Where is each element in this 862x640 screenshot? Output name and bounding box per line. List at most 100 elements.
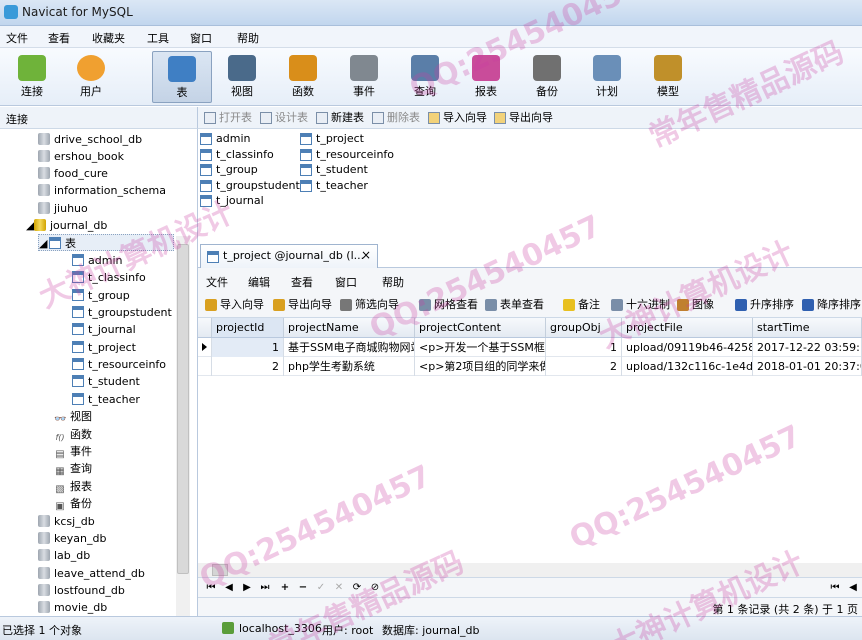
toolbar-connection-button[interactable]: 连接 xyxy=(2,51,62,103)
form-view-button[interactable]: 表单查看 xyxy=(484,297,544,313)
refresh-icon[interactable]: ⟳ xyxy=(350,581,364,595)
tree-db-item[interactable]: drive_school_db xyxy=(38,131,142,148)
menu-file[interactable]: 文件 xyxy=(6,30,28,46)
menu-window[interactable]: 窗口 xyxy=(190,30,212,46)
grid-cell[interactable]: upload/09119b46-4258-4 xyxy=(622,338,753,357)
grid-cell[interactable]: 2 xyxy=(546,357,622,376)
toolbar-function-button[interactable]: 函数 xyxy=(273,51,333,103)
sub-menu-window[interactable]: 窗口 xyxy=(335,274,357,290)
toolbar-query-button[interactable]: 查询 xyxy=(395,51,455,103)
column-header[interactable]: projectId xyxy=(212,318,284,337)
tree-db-item[interactable]: kcsj_db xyxy=(38,513,95,530)
menu-help[interactable]: 帮助 xyxy=(237,30,259,46)
discard-changes-icon[interactable]: ✕ xyxy=(332,581,346,595)
tree-reports-node[interactable]: ▧ 报表 xyxy=(54,478,92,495)
sidebar-scrollbar[interactable] xyxy=(176,236,190,616)
object-table-item[interactable]: t_student xyxy=(300,162,368,178)
tree-db-item[interactable]: ershou_book xyxy=(38,148,124,165)
toolbar-report-button[interactable]: 报表 xyxy=(456,51,516,103)
tree-table-item[interactable]: t_classinfo xyxy=(72,269,146,286)
table-row[interactable]: 2 php学生考勤系统 <p>第2项目组的同学来做此 2 upload/132c… xyxy=(198,357,862,376)
object-table-item[interactable]: admin xyxy=(200,131,250,147)
object-table-item[interactable]: t_group xyxy=(200,162,258,178)
object-table-item[interactable]: t_resourceinfo xyxy=(300,147,394,163)
table-row[interactable]: 1 基于SSM电子商城购物网站 <p>开发一个基于SSM框架 1 upload/… xyxy=(198,338,862,357)
sub-menu-edit[interactable]: 编辑 xyxy=(248,274,270,290)
tree-functions-node[interactable]: f() 函数 xyxy=(54,426,92,443)
menu-view[interactable]: 查看 xyxy=(48,30,70,46)
first-record-icon[interactable]: ⏮ xyxy=(204,581,218,595)
column-header[interactable]: startTime xyxy=(753,318,862,337)
tree-events-node[interactable]: ▤ 事件 xyxy=(54,443,92,460)
sub-menu-help[interactable]: 帮助 xyxy=(382,274,404,290)
column-header[interactable]: projectFile xyxy=(622,318,753,337)
design-table-button[interactable]: 设计表 xyxy=(258,110,308,126)
last-record-icon[interactable]: ⏭ xyxy=(258,581,272,595)
close-icon[interactable]: × xyxy=(361,248,371,262)
new-table-button[interactable]: 新建表 xyxy=(314,110,364,126)
menu-favorites[interactable]: 收藏夹 xyxy=(92,30,125,46)
stop-icon[interactable]: ⊘ xyxy=(368,581,382,595)
grid-cell[interactable]: 2018-01-01 20:37:03 xyxy=(753,357,862,376)
object-table-item[interactable]: t_classinfo xyxy=(200,147,274,163)
export-wizard-button[interactable]: 导出向导 xyxy=(272,297,332,313)
grid-cell[interactable]: 2017-12-22 03:59:18 xyxy=(753,338,862,357)
sub-menu-view[interactable]: 查看 xyxy=(291,274,313,290)
memo-button[interactable]: 备注 xyxy=(562,297,600,313)
tree-db-item[interactable]: jiuhuo xyxy=(38,200,88,217)
grid-cell[interactable]: 1 xyxy=(212,338,284,357)
tree-table-item[interactable]: t_project xyxy=(72,339,136,356)
toolbar-event-button[interactable]: 事件 xyxy=(334,51,394,103)
next-record-icon[interactable]: ▶ xyxy=(240,581,254,595)
grid-view-button[interactable]: 网格查看 xyxy=(418,297,478,313)
prev-page-icon[interactable]: ◀ xyxy=(846,581,860,595)
tree-db-item[interactable]: lab_db xyxy=(38,547,90,564)
grid-cell[interactable]: 2 xyxy=(212,357,284,376)
tree-queries-node[interactable]: ▦ 查询 xyxy=(54,460,92,477)
column-header[interactable]: groupObj xyxy=(546,318,622,337)
sub-menu-file[interactable]: 文件 xyxy=(206,274,228,290)
grid-cell[interactable]: <p>开发一个基于SSM框架 xyxy=(415,338,546,357)
hex-button[interactable]: 十六进制 xyxy=(610,297,670,313)
open-table-button[interactable]: 打开表 xyxy=(202,110,252,126)
grid-cell[interactable]: upload/132c116c-1e4d-4 xyxy=(622,357,753,376)
tree-table-item[interactable]: admin xyxy=(72,252,122,269)
tree-table-item[interactable]: t_groupstudent xyxy=(72,304,172,321)
column-header[interactable]: projectContent xyxy=(415,318,546,337)
toolbar-model-button[interactable]: 模型 xyxy=(638,51,698,103)
object-table-item[interactable]: t_teacher xyxy=(300,178,368,194)
delete-table-button[interactable]: 删除表 xyxy=(370,110,420,126)
grid-cell[interactable]: 基于SSM电子商城购物网站 xyxy=(284,338,415,357)
toolbar-table-button[interactable]: 表 xyxy=(152,51,212,103)
tree-db-item[interactable]: movie_db xyxy=(38,599,107,616)
object-table-item[interactable]: t_groupstudent xyxy=(200,178,300,194)
sort-ascending-button[interactable]: 升序排序 xyxy=(734,297,794,313)
add-record-icon[interactable]: + xyxy=(278,581,292,595)
import-wizard-button[interactable]: 导入向导 xyxy=(204,297,264,313)
tree-backups-node[interactable]: ▣ 备份 xyxy=(54,495,92,512)
tree-table-item[interactable]: t_resourceinfo xyxy=(72,356,166,373)
image-button[interactable]: 图像 xyxy=(676,297,714,313)
tree-db-item[interactable]: lostfound_db xyxy=(38,582,125,599)
tree-db-item[interactable]: information_schema xyxy=(38,182,166,199)
toolbar-user-button[interactable]: 用户 xyxy=(61,51,121,103)
toolbar-backup-button[interactable]: 备份 xyxy=(517,51,577,103)
prev-record-icon[interactable]: ◀ xyxy=(222,581,236,595)
grid-horizontal-scrollbar[interactable] xyxy=(198,563,862,577)
grid-scroll-thumb[interactable] xyxy=(212,564,228,576)
tree-db-journal-db[interactable]: ◢ journal_db xyxy=(26,217,107,234)
tree-table-item[interactable]: t_group xyxy=(72,287,130,304)
object-table-item[interactable]: t_journal xyxy=(200,193,264,209)
toolbar-schedule-button[interactable]: 计划 xyxy=(577,51,637,103)
grid-cell[interactable]: php学生考勤系统 xyxy=(284,357,415,376)
column-header[interactable]: projectName xyxy=(284,318,415,337)
tab-t-project[interactable]: t_project @journal_db (l... × xyxy=(200,244,378,268)
grid-cell[interactable]: 1 xyxy=(546,338,622,357)
tree-db-item[interactable]: leave_attend_db xyxy=(38,565,145,582)
sidebar-scroll-thumb[interactable] xyxy=(177,244,189,574)
grid-cell[interactable]: <p>第2项目组的同学来做此 xyxy=(415,357,546,376)
tree-table-item[interactable]: t_student xyxy=(72,373,140,390)
filter-wizard-button[interactable]: 筛选向导 xyxy=(339,297,399,313)
tree-table-item[interactable]: t_teacher xyxy=(72,391,140,408)
tree-table-item[interactable]: t_journal xyxy=(72,321,136,338)
